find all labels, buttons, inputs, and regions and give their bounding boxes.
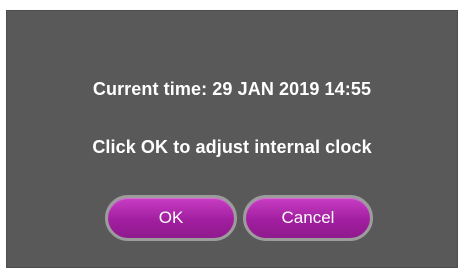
- cancel-button-label: Cancel: [281, 208, 335, 227]
- cancel-button[interactable]: Cancel: [243, 195, 373, 241]
- current-time-message: Current time: 29 JAN 2019 14:55: [92, 79, 372, 99]
- ok-button-label: OK: [158, 208, 184, 227]
- adjust-clock-prompt: Click OK to adjust internal clock: [92, 137, 372, 157]
- clock-adjust-dialog: Current time: 29 JAN 2019 14:55 Click OK…: [6, 10, 458, 268]
- ok-button[interactable]: OK: [105, 195, 237, 241]
